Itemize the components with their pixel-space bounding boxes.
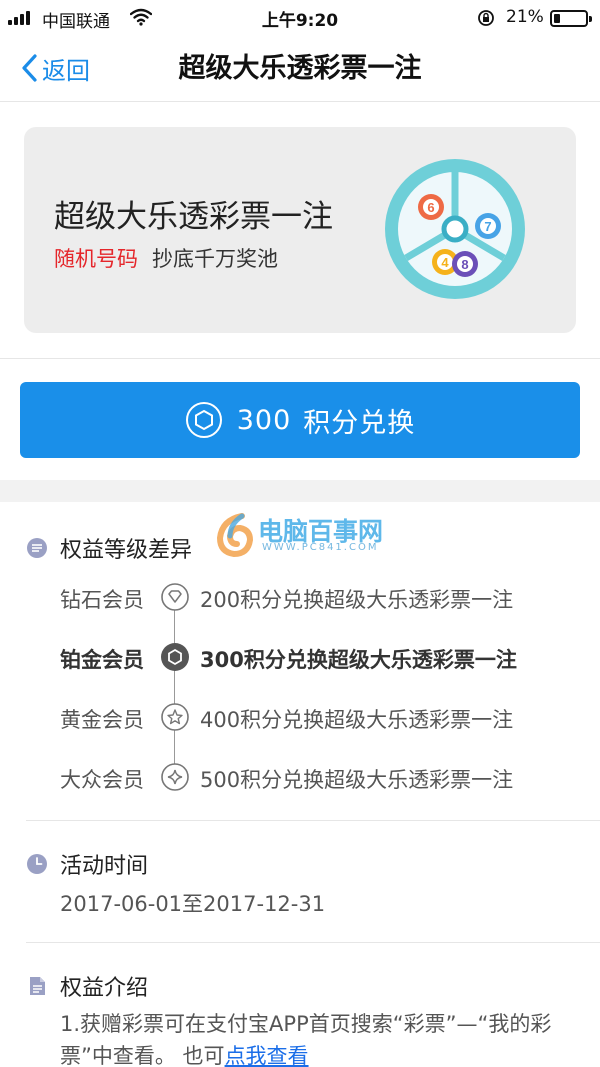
lottery-ball-icon: 6 7 4 8 [385,159,525,299]
ball-number-8: 8 [461,257,468,272]
level-row-regular: 大众会员 500积分兑换超级大乐透彩票一注 [60,758,580,798]
intro-line-2: 票”中查看。 也可 [60,1044,225,1067]
watermark-logo-icon [216,513,254,558]
view-link[interactable]: 点我查看 [225,1044,309,1067]
level-timeline [174,600,175,782]
product-title: 超级大乐透彩票一注 [54,199,333,235]
level-description: 300积分兑换超级大乐透彩票一注 [200,648,517,672]
nav-bar: 返回 超级大乐透彩票一注 [0,36,600,102]
ball-number-7: 7 [484,219,491,234]
activity-time-title: 活动时间 [60,854,149,879]
product-section: 超级大乐透彩票一注 随机号码 抄底千万奖池 6 7 4 8 [0,103,600,359]
divider [26,942,600,943]
rotation-lock-icon [478,10,494,26]
message-icon [27,538,47,558]
clock-icon [27,854,47,874]
points-hexagon-icon [185,402,222,438]
sparkle-icon [161,763,189,791]
product-subtitle: 抄底千万奖池 [152,247,278,271]
level-row-diamond: 钻石会员 200积分兑换超级大乐透彩票一注 [60,578,580,618]
battery-percent: 21% [506,7,544,27]
battery-icon [550,10,592,27]
star-icon [161,703,189,731]
activity-time-heading: 活动时间 [26,848,148,880]
level-name: 钻石会员 [60,588,144,612]
level-row-gold: 黄金会员 400积分兑换超级大乐透彩票一注 [60,698,580,738]
ball-number-4: 4 [441,255,449,270]
divider [26,820,600,821]
redeem-button[interactable]: 300 积分兑换 [20,382,580,458]
redeem-section: 300 积分兑换 [0,360,600,480]
status-bar: 中国联通 上午9:20 21% [0,0,600,36]
level-name: 黄金会员 [60,708,144,732]
benefit-levels-heading: 权益等级差异 [26,532,192,564]
level-name: 铂金会员 [60,648,144,672]
level-description: 200积分兑换超级大乐透彩票一注 [200,588,514,612]
ball-number-6: 6 [427,200,434,215]
benefit-levels-title: 权益等级差异 [60,538,193,563]
product-tag: 随机号码 [54,247,138,271]
level-name: 大众会员 [60,768,144,792]
product-card: 超级大乐透彩票一注 随机号码 抄底千万奖池 6 7 4 8 [24,127,576,333]
watermark: 电脑百事网 WWW.PC841.COM [212,512,402,558]
level-description: 500积分兑换超级大乐透彩票一注 [200,768,514,792]
benefits-section: 权益等级差异 钻石会员 200积分兑换超级大乐透彩票一注 铂金会员 300积分兑… [0,502,600,1067]
level-description: 400积分兑换超级大乐透彩票一注 [200,708,514,732]
watermark-url: WWW.PC841.COM [262,542,379,553]
level-row-platinum: 铂金会员 300积分兑换超级大乐透彩票一注 [60,638,580,678]
hexagon-icon [161,643,189,671]
activity-dates: 2017-06-01至2017-12-31 [60,892,326,916]
section-divider [0,480,600,502]
benefit-intro-text: 1.获赠彩票可在支付宝APP首页搜索“彩票”—“我的彩 票”中查看。 也可点我查… [60,1008,580,1067]
battery-fill [554,14,560,23]
redeem-label: 积分兑换 [303,407,416,439]
benefit-intro-heading: 权益介绍 [26,970,148,1002]
redeem-points: 300 [236,404,292,436]
page-title: 超级大乐透彩票一注 [178,53,422,84]
benefit-intro-title: 权益介绍 [60,976,149,1001]
diamond-icon [161,583,189,611]
intro-line-1: 1.获赠彩票可在支付宝APP首页搜索“彩票”—“我的彩 [60,1012,552,1036]
document-icon [30,977,45,995]
